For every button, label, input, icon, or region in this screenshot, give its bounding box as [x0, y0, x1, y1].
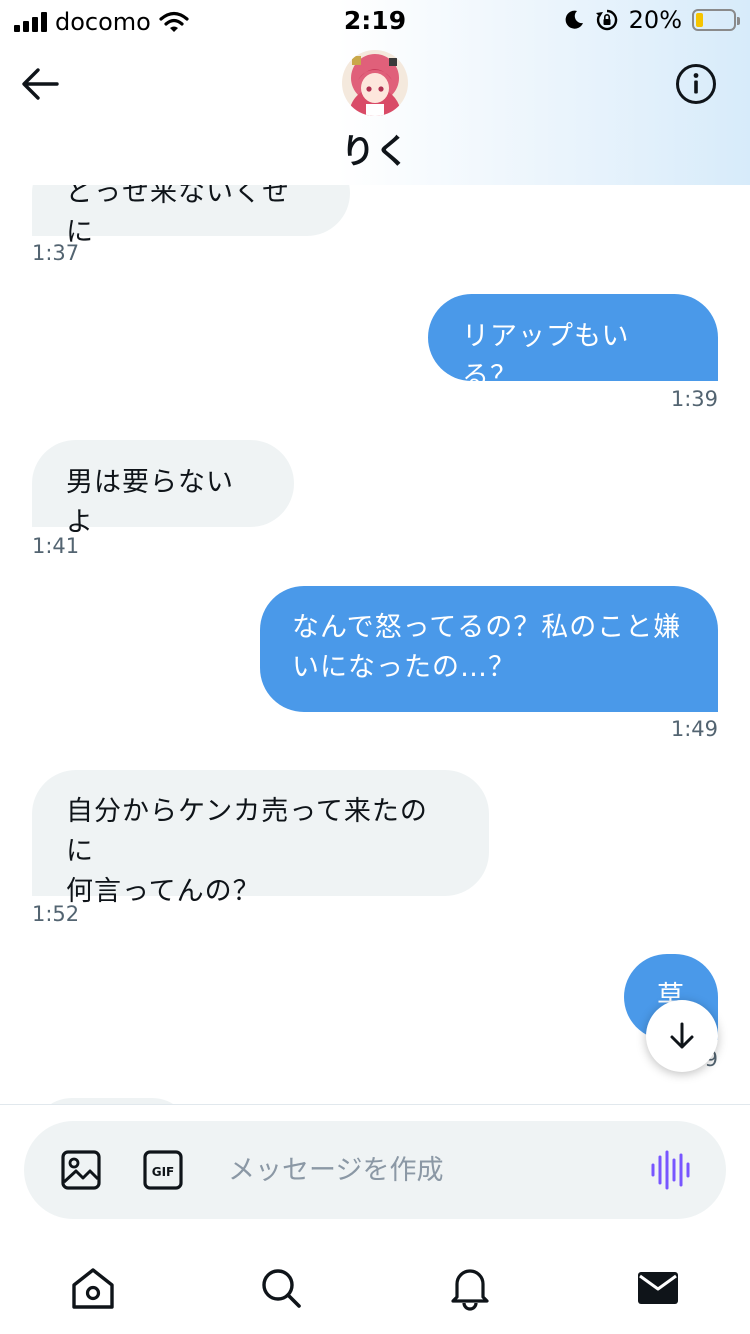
- add-gif-button[interactable]: GIF: [142, 1149, 184, 1191]
- message-composer: GIF: [24, 1121, 726, 1219]
- moon-icon: [565, 10, 583, 29]
- message-timestamp: 1:41: [32, 534, 80, 558]
- message-bubble-outgoing[interactable]: なんで怒ってるの？私のこと嫌 いになったの…？: [260, 586, 718, 712]
- message-text-line: なんで怒ってるの？私のこと嫌: [292, 612, 682, 643]
- nav-messages[interactable]: [634, 1264, 682, 1312]
- battery-percent: 20%: [628, 6, 682, 34]
- message-text: 男は要らないよ: [66, 467, 234, 538]
- nav-home[interactable]: [69, 1264, 117, 1312]
- message-timestamp: 1:37: [32, 241, 80, 265]
- voice-waveform-icon: [651, 1150, 690, 1190]
- bottom-navigation: [0, 1256, 750, 1316]
- info-circle-icon: [676, 64, 716, 104]
- rotation-lock-icon: [595, 9, 617, 31]
- add-image-button[interactable]: [60, 1149, 102, 1191]
- message-timestamp: 1:39: [670, 387, 718, 411]
- message-text: どっせ来ないくせに: [66, 177, 290, 248]
- message-text-line: 自分からケンカ売って来たのに: [66, 796, 428, 867]
- message-text-line: 何言ってんの？: [66, 876, 261, 907]
- home-icon: [72, 1268, 114, 1309]
- message-bubble-incoming[interactable]: 男は要らないよ: [32, 440, 294, 538]
- arrow-left-icon: [22, 68, 59, 100]
- gif-icon: GIF: [143, 1150, 183, 1190]
- message-timestamp: 1:52: [32, 902, 80, 926]
- message-bubble-outgoing[interactable]: リアップもいる？: [428, 294, 718, 392]
- nav-notifications[interactable]: [446, 1264, 494, 1312]
- contact-avatar[interactable]: [342, 50, 408, 116]
- battery-icon: [692, 9, 740, 31]
- avatar-image: [342, 50, 408, 116]
- message-text-line: いになったの…？: [292, 652, 516, 683]
- gif-label: GIF: [152, 1165, 175, 1179]
- status-bar: docomo 2:19 20%: [0, 0, 750, 40]
- nav-search[interactable]: [257, 1264, 305, 1312]
- message-timestamp: 1:49: [670, 717, 718, 741]
- message-input[interactable]: [228, 1145, 628, 1195]
- info-button[interactable]: [674, 62, 718, 106]
- message-text: リアップもいる？: [462, 321, 630, 392]
- back-button[interactable]: [18, 62, 62, 106]
- mail-icon: [638, 1272, 678, 1304]
- contact-name[interactable]: りく: [0, 124, 750, 173]
- scroll-to-bottom-button[interactable]: [646, 1000, 718, 1072]
- message-bubble-incoming[interactable]: 自分からケンカ売って来たのに 何言ってんの？: [32, 770, 489, 907]
- bell-icon: [451, 1269, 489, 1311]
- image-icon: [61, 1150, 101, 1190]
- voice-message-button[interactable]: [648, 1149, 692, 1191]
- search-icon: [262, 1269, 301, 1308]
- battery-level: [696, 13, 704, 27]
- arrow-down-icon: [670, 1022, 694, 1049]
